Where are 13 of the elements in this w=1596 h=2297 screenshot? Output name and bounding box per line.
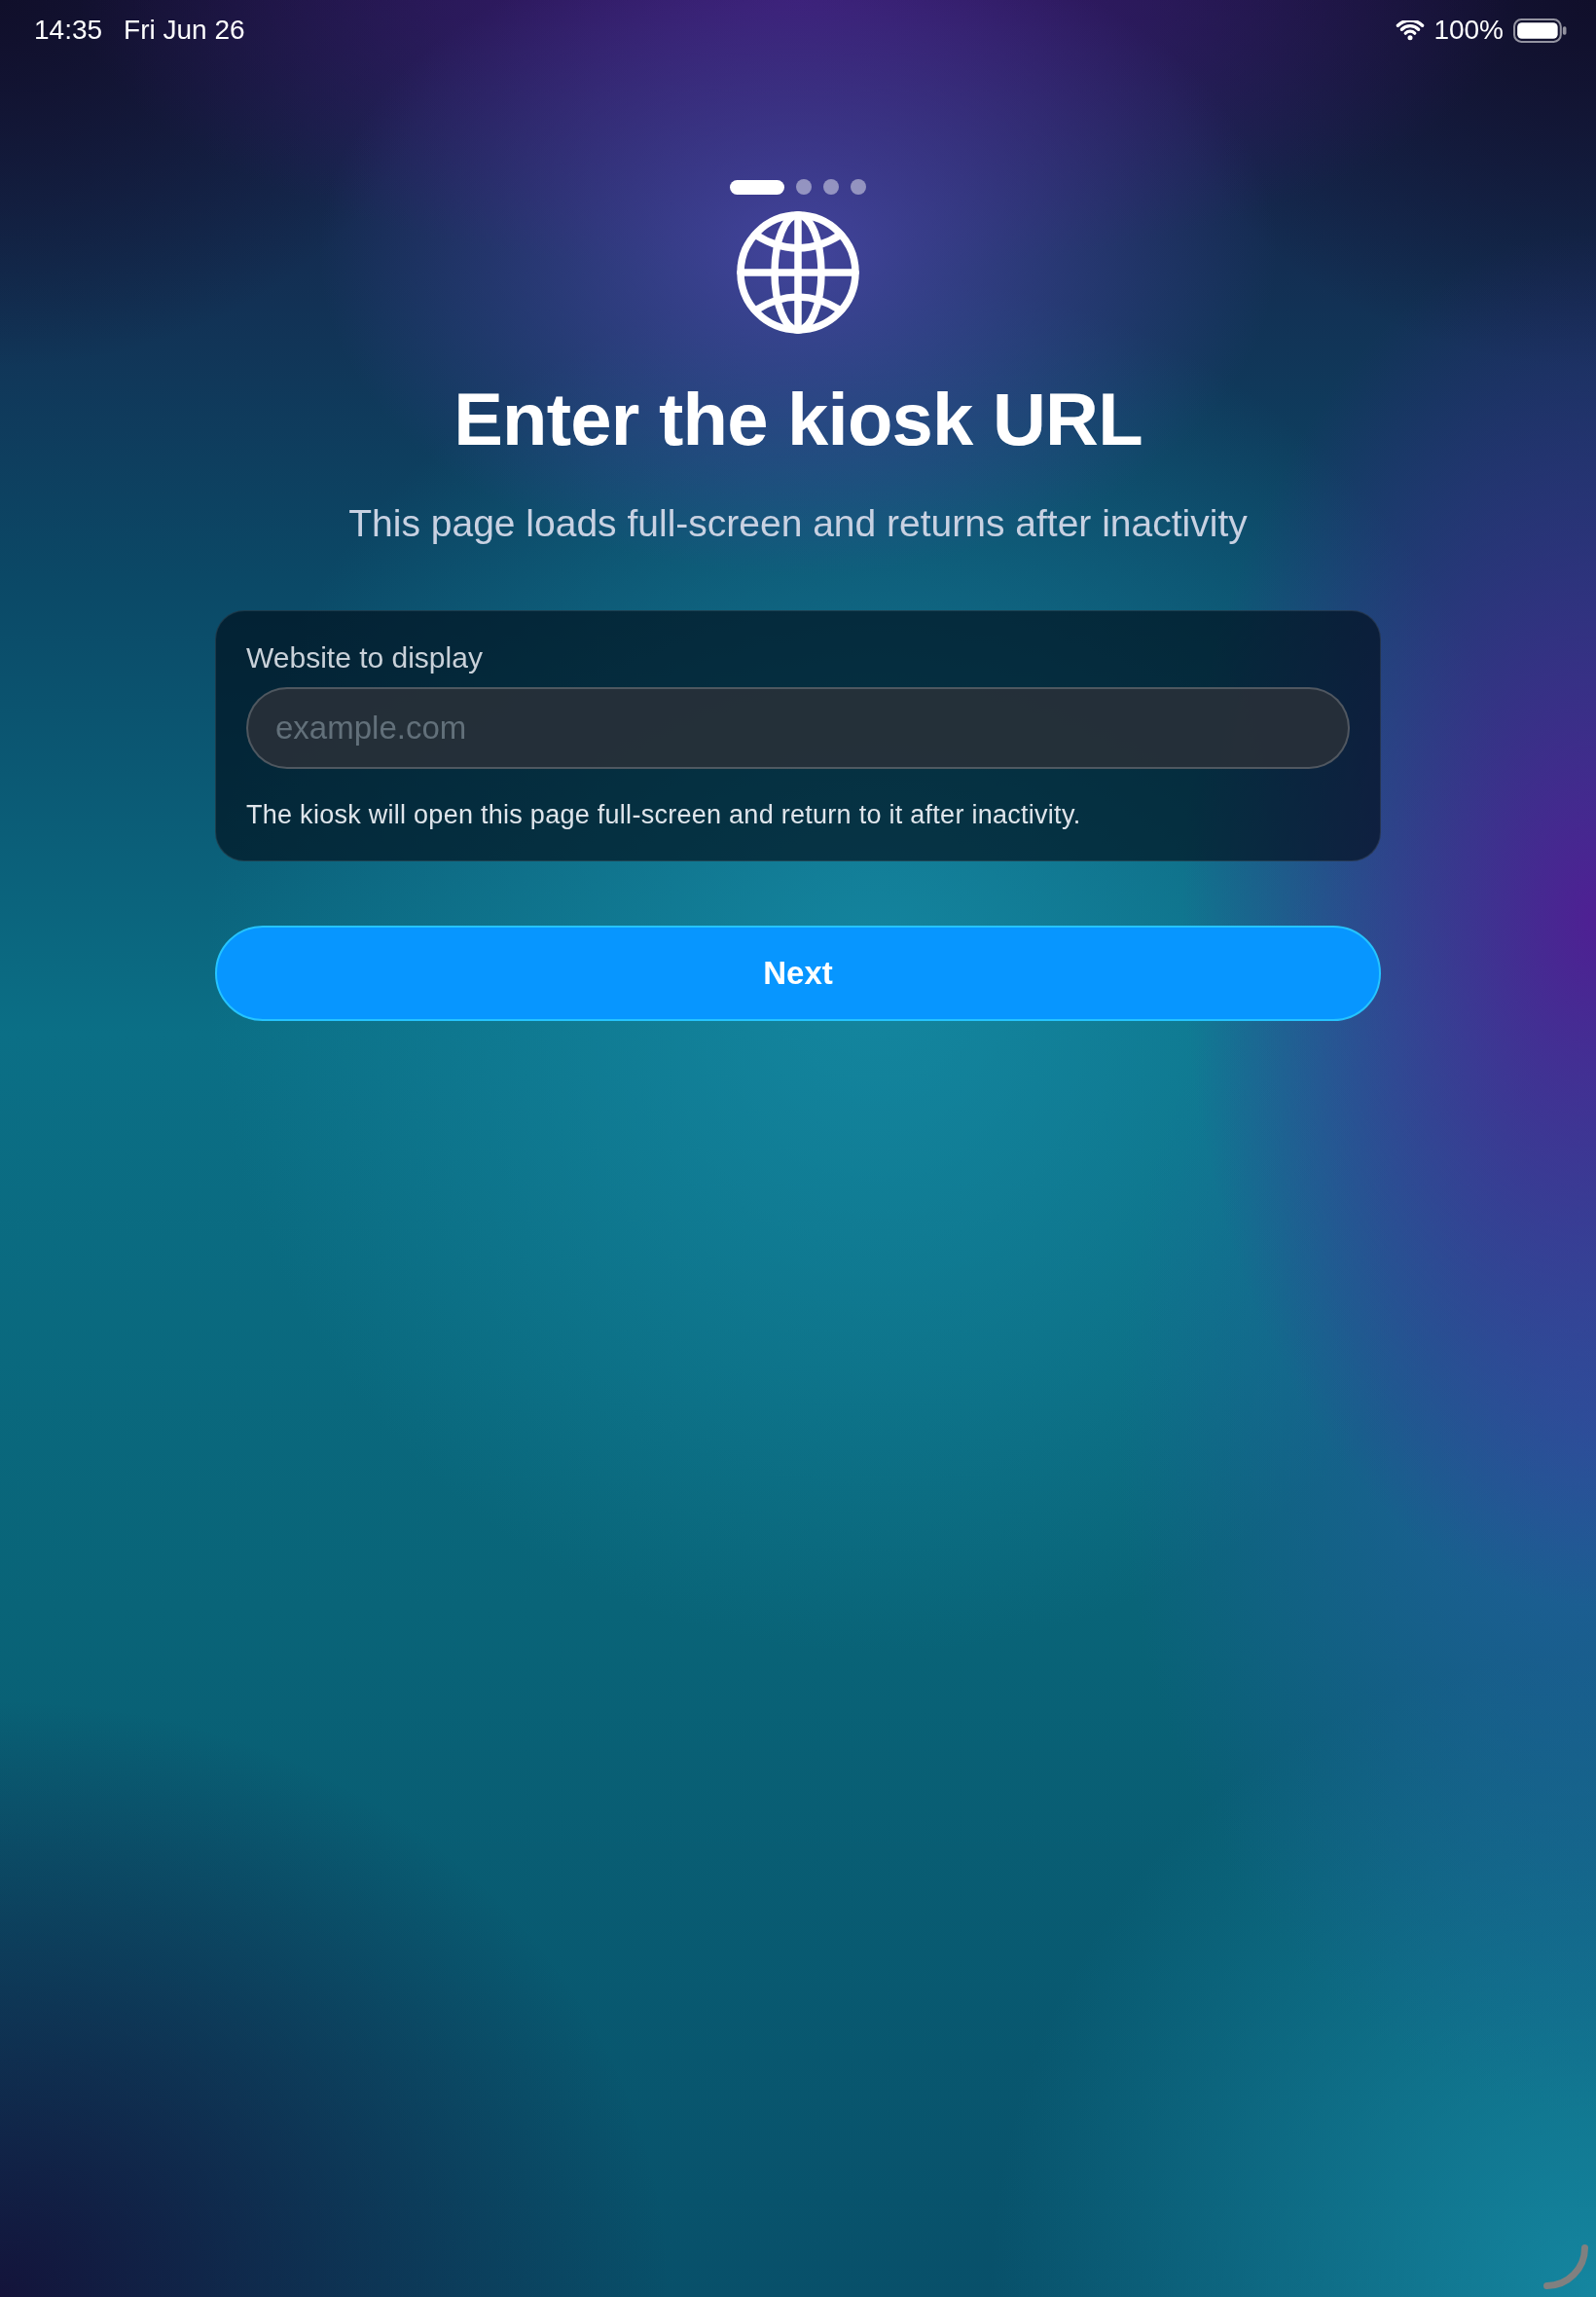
spinner-icon <box>1543 2244 1588 2289</box>
globe-icon <box>737 211 859 334</box>
wifi-icon <box>1396 19 1426 41</box>
battery-icon <box>1513 18 1567 43</box>
field-label: Website to display <box>246 640 484 675</box>
status-date: Fri Jun 26 <box>124 14 245 47</box>
battery-percentage: 100% <box>1433 14 1504 47</box>
field-hint: The kiosk will open this page full-screen and return to it after inactivity. <box>246 799 1082 831</box>
next-button[interactable]: Next <box>215 926 1381 1021</box>
page-title: Enter the kiosk URL <box>453 383 1143 456</box>
status-time: 14:35 <box>34 14 103 47</box>
page-subtitle: This page loads full-screen and returns after inactivity <box>348 501 1248 546</box>
url-input-field[interactable]: example.com <box>246 687 1350 769</box>
